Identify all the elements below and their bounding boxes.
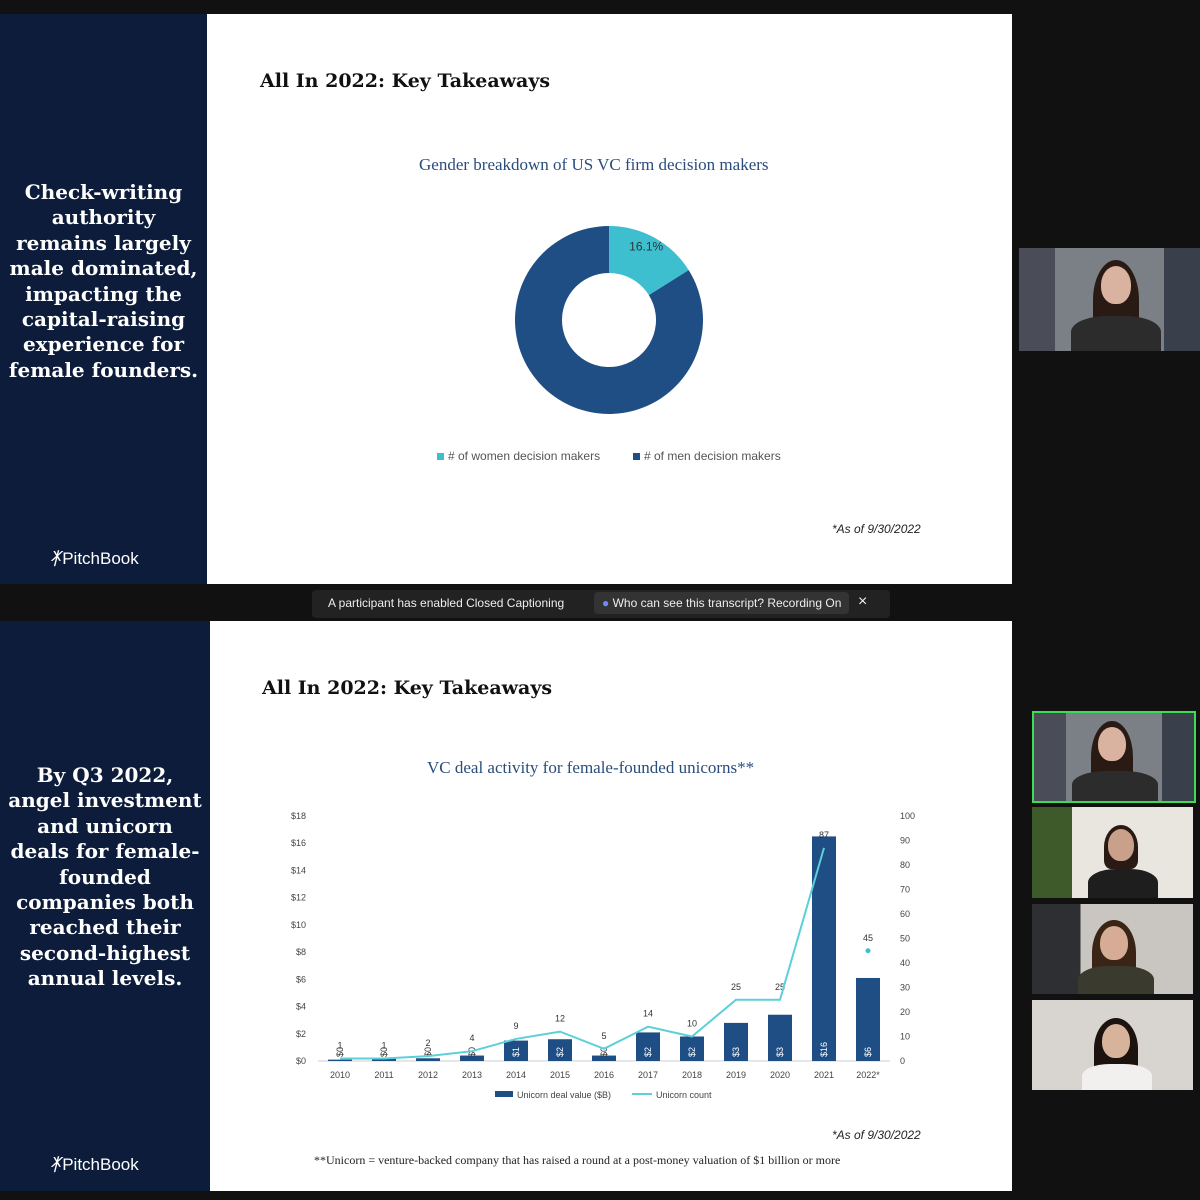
slide-gender-breakdown: Check-writing authority remains largely …: [0, 14, 1012, 584]
x-tick-label: 2015: [550, 1070, 570, 1080]
y-left-tick: $12: [291, 893, 306, 903]
x-tick-label: 2013: [462, 1070, 482, 1080]
bar-value-label: $3: [731, 1047, 741, 1057]
bar-value-label: $2: [643, 1047, 653, 1057]
y-right-tick: 60: [900, 909, 910, 919]
count-label: 25: [731, 982, 741, 992]
bar-value-label: $1: [511, 1047, 521, 1057]
count-label: 1: [337, 1041, 342, 1051]
x-tick-label: 2010: [330, 1070, 350, 1080]
x-tick-label: 2014: [506, 1070, 526, 1080]
y-left-tick: $8: [296, 947, 306, 957]
y-left-tick: $14: [291, 865, 306, 875]
x-tick-label: 2016: [594, 1070, 614, 1080]
video-tile-speaker-active[interactable]: [1032, 711, 1196, 803]
slide-unicorn-deals: By Q3 2022, angel investment and unicorn…: [0, 621, 1012, 1191]
video-tile-participant-3[interactable]: [1032, 904, 1193, 994]
legend-bar-label: Unicorn deal value ($B): [517, 1090, 611, 1100]
legend-women: # of women decision makers: [437, 449, 600, 463]
leaf-icon: ᛡ: [50, 549, 61, 568]
people-icon: ●: [602, 596, 610, 610]
unicorn-count-line: [340, 847, 825, 1060]
y-right-tick: 80: [900, 860, 910, 870]
pitchbook-logo: ᛡ PitchBook: [50, 549, 139, 568]
count-label: 87: [819, 830, 829, 840]
y-right-tick: 50: [900, 934, 910, 944]
y-left-tick: $4: [296, 1002, 306, 1012]
pitchbook-logo: ᛡ PitchBook: [50, 1155, 139, 1174]
x-tick-label: 2020: [770, 1070, 790, 1080]
as-of-note: *As of 9/30/2022: [832, 522, 921, 536]
y-right-tick: 90: [900, 836, 910, 846]
count-label: 45: [863, 933, 873, 943]
unicorn-footnote: **Unicorn = venture-backed company that …: [314, 1153, 841, 1167]
y-left-tick: $6: [296, 974, 306, 984]
unicorn-count-point-2022: [865, 948, 871, 954]
y-right-tick: 40: [900, 958, 910, 968]
count-label: 12: [555, 1014, 565, 1024]
legend-bar-swatch: [495, 1091, 513, 1097]
count-label: 2: [425, 1038, 430, 1048]
slide-title: All In 2022: Key Takeaways: [260, 70, 551, 92]
sidebar-headline: By Q3 2022, angel investment and unicorn…: [8, 763, 202, 991]
x-tick-label: 2018: [682, 1070, 702, 1080]
count-label: 4: [469, 1033, 474, 1043]
bar-value-label: $2: [687, 1047, 697, 1057]
count-label: 14: [643, 1009, 653, 1019]
legend-men: # of men decision makers: [633, 449, 781, 463]
y-right-tick: 0: [900, 1056, 905, 1066]
women-percent-label: 16.1%: [629, 239, 663, 253]
video-tile-speaker-top[interactable]: [1019, 248, 1200, 351]
bar-2012: [416, 1058, 440, 1061]
leaf-icon: ᛡ: [50, 1155, 61, 1174]
x-tick-label: 2012: [418, 1070, 438, 1080]
bar-value-label: $6: [863, 1047, 873, 1057]
bar-value-label: $16: [819, 1042, 829, 1057]
donut-chart: 16.1% 83.9%: [515, 226, 703, 430]
y-right-tick: 70: [900, 885, 910, 895]
y-right-tick: 100: [900, 811, 915, 821]
x-tick-label: 2022*: [856, 1070, 880, 1080]
close-icon[interactable]: ×: [858, 593, 867, 611]
bar-2021: [812, 836, 836, 1061]
y-left-tick: $10: [291, 920, 306, 930]
men-percent-label: 83.9%: [547, 416, 581, 430]
legend-line-label: Unicorn count: [656, 1090, 712, 1100]
count-label: 10: [687, 1019, 697, 1029]
closed-caption-bar: A participant has enabled Closed Caption…: [312, 590, 890, 618]
slide-sidebar: By Q3 2022, angel investment and unicorn…: [0, 621, 210, 1191]
count-label: 5: [601, 1031, 606, 1041]
y-left-tick: $16: [291, 838, 306, 848]
as-of-note: *As of 9/30/2022: [832, 1128, 921, 1142]
bar-value-label: $3: [775, 1047, 785, 1057]
bar-2010: [328, 1059, 352, 1061]
chart-title: Gender breakdown of US VC firm decision …: [419, 155, 769, 174]
y-right-tick: 30: [900, 983, 910, 993]
count-label: 1: [381, 1041, 386, 1051]
video-tile-participant-2[interactable]: [1032, 807, 1193, 898]
y-left-tick: $18: [291, 811, 306, 821]
transcript-button[interactable]: ● Who can see this transcript? Recording…: [594, 592, 850, 614]
chart-title: VC deal activity for female-founded unic…: [427, 758, 755, 777]
y-right-tick: 10: [900, 1032, 910, 1042]
y-left-tick: $2: [296, 1029, 306, 1039]
slide-title: All In 2022: Key Takeaways: [262, 677, 553, 699]
combo-chart: $0$2$4$6$8$10$12$14$16$18010203040506070…: [291, 811, 915, 1100]
count-label: 9: [513, 1021, 518, 1031]
y-right-tick: 20: [900, 1007, 910, 1017]
x-tick-label: 2011: [374, 1070, 393, 1080]
sidebar-headline: Check-writing authority remains largely …: [8, 180, 199, 382]
caption-message: A participant has enabled Closed Caption…: [328, 596, 565, 610]
video-tile-participant-4[interactable]: [1032, 1000, 1193, 1090]
slide-sidebar: Check-writing authority remains largely …: [0, 14, 207, 584]
x-tick-label: 2017: [638, 1070, 658, 1080]
bar-value-label: $2: [555, 1047, 565, 1057]
x-tick-label: 2019: [726, 1070, 746, 1080]
y-left-tick: $0: [296, 1056, 306, 1066]
x-tick-label: 2021: [814, 1070, 834, 1080]
